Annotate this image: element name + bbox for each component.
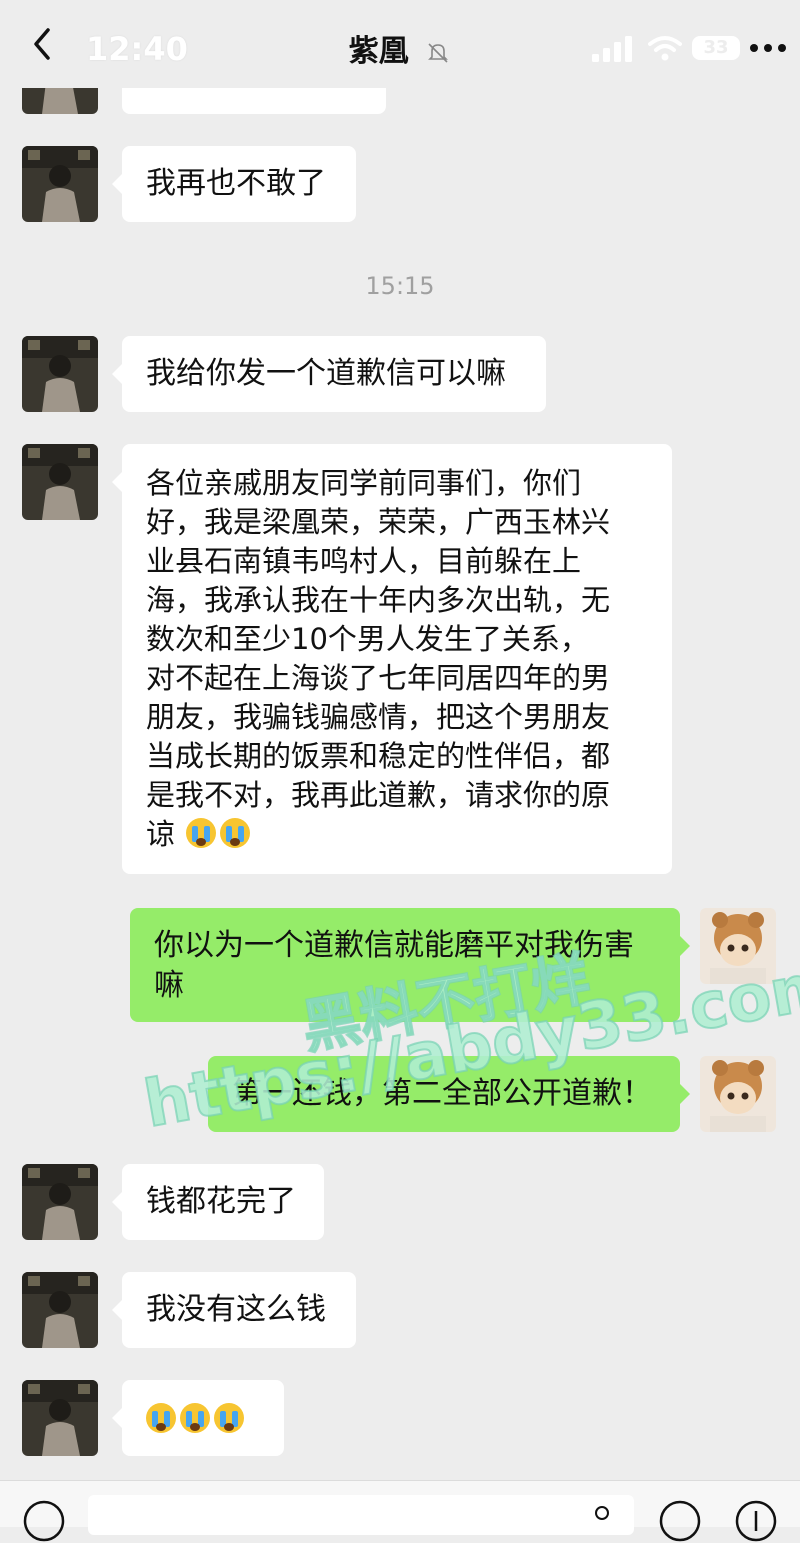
input-mic-icon[interactable] (590, 1499, 614, 1543)
message-input[interactable] (88, 1495, 634, 1535)
message-text: 我给你发一个道歉信可以嘛 (146, 356, 506, 391)
message-bubble[interactable]: 我再也不敢了 (112, 146, 356, 222)
my-message-bubble[interactable]: 你以为一个道歉信就能磨平对我伤害 嘛 (130, 908, 690, 1022)
input-bar (0, 1480, 800, 1542)
message-line: 数次和至少10个男人发生了关系， (146, 622, 589, 656)
emoji-button-icon[interactable] (658, 1499, 702, 1543)
message-line: 是我不对，我再此道歉，请求你的原 (146, 778, 611, 812)
my-avatar[interactable] (700, 1056, 776, 1132)
contact-avatar[interactable] (22, 1272, 98, 1348)
crying-emoji-icon (220, 818, 251, 848)
message-text: 我再也不敢了 (146, 166, 326, 201)
message-line: 对不起在上海谈了七年同居四年的男 (146, 661, 611, 695)
crying-emoji-icon (214, 1403, 244, 1433)
cell-signal-icon (592, 36, 632, 62)
message-text: 我没有这么钱 (146, 1292, 326, 1327)
message-line: 海，我承认我在十年内多次出轨，无 (146, 583, 611, 617)
message-line: 谅 (146, 817, 176, 851)
message-line: 嘛 (154, 968, 184, 1003)
message-line: 你以为一个道歉信就能磨平对我伤害 (154, 928, 634, 963)
message-text: 钱都花完了 (146, 1184, 296, 1219)
message-timestamp: 15:15 (365, 272, 435, 300)
message-bubble-long[interactable]: 各位亲戚朋友同学前同事们，你们 好，我是梁凰荣，荣荣，广西玉林兴 业县石南镇韦鸣… (112, 444, 672, 874)
message-line: 各位亲戚朋友同学前同事们，你们 (146, 466, 582, 500)
nav-bar: 12:40 紫凰 33 (0, 0, 800, 88)
crying-emoji-icon (146, 1403, 176, 1433)
message-text: 第一还钱，第二全部公开道歉！ (232, 1076, 652, 1111)
battery-indicator: 33 (692, 36, 740, 60)
contact-avatar[interactable] (22, 146, 98, 222)
message-bubble[interactable]: 钱都花完了 (112, 1164, 324, 1240)
voice-input-icon[interactable] (22, 1499, 66, 1543)
contact-name: 紫凰 (348, 34, 409, 69)
message-line: 好，我是梁凰荣，荣荣，广西玉林兴 (146, 505, 611, 539)
my-message-bubble[interactable]: 第一还钱，第二全部公开道歉！ (208, 1056, 690, 1132)
contact-avatar[interactable] (22, 1164, 98, 1240)
mute-bell-icon (428, 42, 449, 63)
plus-button-icon[interactable] (734, 1499, 778, 1543)
message-bubble[interactable]: 我给你发一个道歉信可以嘛 (112, 336, 546, 412)
contact-avatar[interactable] (22, 336, 98, 412)
message-bubble-emoji[interactable] (112, 1380, 284, 1456)
more-options-icon[interactable] (748, 42, 788, 54)
message-bubble[interactable]: 我没有这么钱 (112, 1272, 356, 1348)
message-line: 业县石南镇韦鸣村人，目前躲在上 (146, 544, 582, 578)
message-line: 当成长期的饭票和稳定的性伴侣，都 (146, 739, 611, 773)
contact-avatar[interactable] (22, 444, 98, 520)
message-line-last: 谅 (146, 815, 648, 854)
crying-emoji-icon (186, 818, 217, 848)
wifi-icon (648, 36, 682, 61)
message-line: 朋友，我骗钱骗感情，把这个男朋友 (146, 700, 611, 734)
contact-avatar[interactable] (22, 1380, 98, 1456)
my-avatar[interactable] (700, 908, 776, 984)
crying-emoji-icon (180, 1403, 210, 1433)
